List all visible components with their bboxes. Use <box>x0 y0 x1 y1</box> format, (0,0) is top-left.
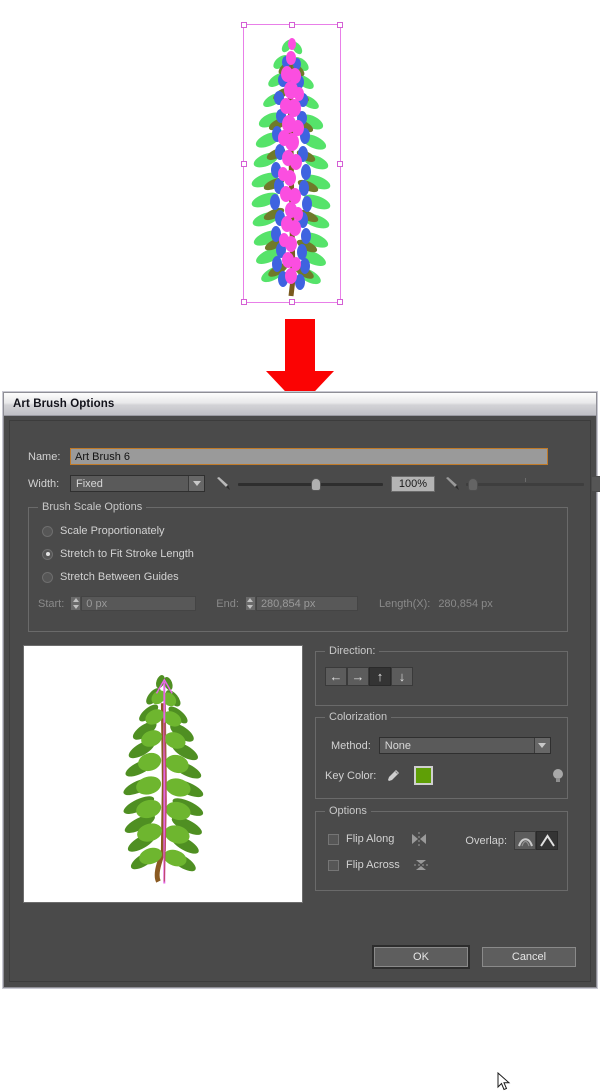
handle-top-left[interactable] <box>241 22 247 28</box>
flip-along-checkbox[interactable]: Flip Along <box>328 831 429 847</box>
method-label: Method: <box>331 739 371 752</box>
start-input[interactable]: 0 px <box>81 596 197 611</box>
key-color-label: Key Color: <box>325 769 377 782</box>
width-row: Width: Fixed 100% <box>28 475 600 492</box>
colorization-group: Colorization Method: None Key Color: <box>315 711 568 799</box>
art-brush-options-dialog: Art Brush Options Name: Art Brush 6 Widt… <box>3 392 600 1091</box>
name-row: Name: Art Brush 6 <box>28 448 548 465</box>
start-stepper[interactable] <box>70 596 82 611</box>
radio-stretch-between-guides[interactable]: Stretch Between Guides <box>42 571 179 583</box>
radio-icon[interactable] <box>42 525 53 537</box>
radio-stretch-to-fit-stroke-length[interactable]: Stretch to Fit Stroke Length <box>42 548 194 560</box>
name-label: Name: <box>28 450 61 463</box>
radio-label: Stretch to Fit Stroke Length <box>60 548 194 560</box>
dialog-titlebar[interactable]: Art Brush Options <box>4 393 596 416</box>
direction-right-button[interactable]: → <box>347 667 369 686</box>
selection-bounding-box[interactable] <box>241 22 343 305</box>
width-select[interactable]: Fixed <box>70 475 205 492</box>
overlap-rounded-icon <box>517 838 533 847</box>
direction-left-button[interactable]: ← <box>325 667 347 686</box>
options-group: Options Flip Along Flip Across Overlap: <box>315 805 568 891</box>
artboard-canvas <box>0 0 600 407</box>
radio-icon[interactable] <box>42 571 53 583</box>
tip-lightbulb-icon <box>553 768 564 782</box>
width-select-value: Fixed <box>76 478 103 490</box>
brush-name-input[interactable]: Art Brush 6 <box>70 448 548 465</box>
width-slider-2-thumb[interactable] <box>468 477 478 491</box>
dialog-body: Name: Art Brush 6 Width: Fixed 100% Brus… <box>9 420 600 982</box>
key-color-swatch[interactable] <box>414 766 434 785</box>
mouse-cursor <box>497 1072 511 1091</box>
width-slider-2[interactable] <box>466 477 584 491</box>
checkbox-icon[interactable] <box>328 833 339 845</box>
checkbox-icon[interactable] <box>328 859 339 871</box>
end-input[interactable]: 280,854 px <box>255 596 358 611</box>
brush-scale-options-title: Brush Scale Options <box>38 501 147 513</box>
pen-pressure-icon-2 <box>446 477 459 490</box>
colorization-method-value: None <box>384 740 412 752</box>
direction-down-button[interactable]: ↓ <box>391 667 413 686</box>
handle-bottom-left[interactable] <box>241 299 247 305</box>
ok-button[interactable]: OK <box>374 947 468 967</box>
options-title: Options <box>325 805 371 817</box>
length-value: 280,854 px <box>438 597 493 610</box>
width-slider-1[interactable] <box>238 477 383 491</box>
overlap-label: Overlap: <box>465 834 507 847</box>
eyedropper-icon[interactable] <box>385 768 401 784</box>
width-slider-2-track <box>466 482 584 486</box>
chevron-down-icon[interactable] <box>188 476 204 491</box>
flip-along-icon <box>412 832 427 846</box>
overlap-prevent-button[interactable] <box>536 831 558 850</box>
direction-up-button[interactable]: ↑ <box>369 667 391 686</box>
start-label: Start: <box>38 597 65 610</box>
width-slider-2-tick <box>525 477 526 482</box>
width-variation-value[interactable]: 1% <box>591 475 600 492</box>
radio-icon[interactable] <box>42 548 53 560</box>
colorization-title: Colorization <box>325 711 392 723</box>
handle-top-center[interactable] <box>289 22 295 28</box>
handle-middle-right[interactable] <box>337 160 343 167</box>
width-slider-1-thumb[interactable] <box>311 477 321 491</box>
radio-scale-proportionately[interactable]: Scale Proportionately <box>42 525 165 537</box>
radio-label: Stretch Between Guides <box>60 571 179 583</box>
dialog-footer: OK Cancel <box>374 947 576 967</box>
selected-artwork[interactable] <box>241 22 343 305</box>
guides-fields-row: Start: 0 px End: 280,854 px Length(X): 2… <box>38 596 493 611</box>
brush-scale-options-group: Brush Scale Options Scale Proportionatel… <box>28 501 568 632</box>
brush-preview-artwork <box>24 646 302 902</box>
overlap-allow-button[interactable] <box>514 831 536 850</box>
flip-across-label: Flip Across <box>346 859 400 871</box>
cancel-button[interactable]: Cancel <box>482 947 576 967</box>
flip-along-label: Flip Along <box>346 833 395 845</box>
end-stepper[interactable] <box>244 596 256 611</box>
pen-pressure-icon-1 <box>217 477 230 490</box>
flip-across-icon <box>413 860 429 870</box>
dialog-title: Art Brush Options <box>13 398 115 410</box>
direction-title: Direction: <box>325 645 380 657</box>
end-label: End: <box>216 597 239 610</box>
direction-group: Direction: ← → ↑ ↓ <box>315 645 568 706</box>
length-label: Length(X): <box>378 597 431 610</box>
brush-preview-panel <box>23 645 303 903</box>
handle-bottom-right[interactable] <box>337 299 343 305</box>
chevron-down-icon[interactable] <box>533 738 550 753</box>
overlap-sharp-icon <box>539 834 555 847</box>
handle-top-right[interactable] <box>337 22 343 28</box>
handle-bottom-center[interactable] <box>289 299 295 305</box>
width-percent-value[interactable]: 100% <box>391 475 435 492</box>
handle-middle-left[interactable] <box>241 160 247 167</box>
colorization-method-select[interactable]: None <box>378 737 551 754</box>
flip-across-checkbox[interactable]: Flip Across <box>328 857 432 873</box>
radio-label: Scale Proportionately <box>60 525 165 537</box>
width-label: Width: <box>28 477 60 490</box>
